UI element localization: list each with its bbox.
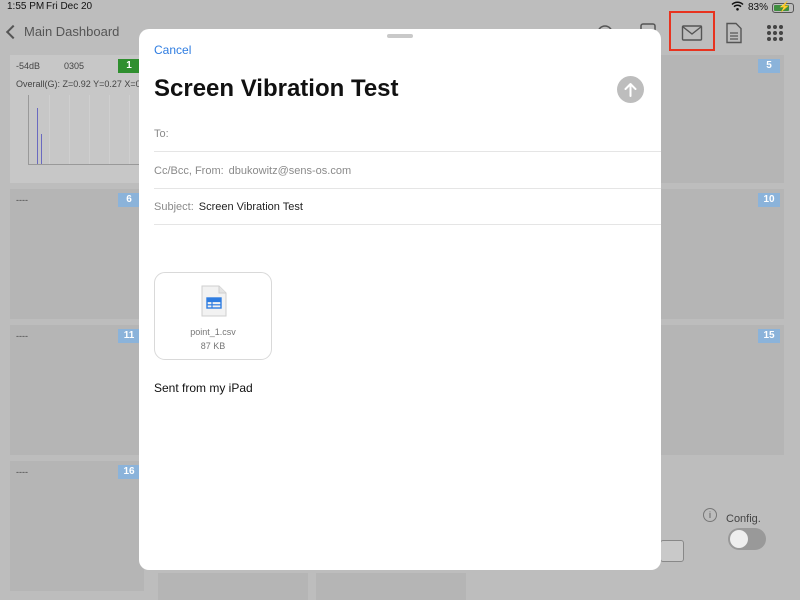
grid-menu-icon[interactable] bbox=[760, 18, 790, 48]
back-button[interactable]: Main Dashboard bbox=[5, 24, 120, 39]
attachment-card[interactable]: point_1.csv 87 KB bbox=[154, 272, 272, 360]
to-label: To: bbox=[154, 127, 169, 140]
chevron-left-icon bbox=[5, 24, 21, 39]
tile-badge: 16 bbox=[118, 465, 140, 479]
battery-percent: 83% bbox=[747, 2, 768, 13]
send-button[interactable] bbox=[617, 76, 644, 103]
toggle-knob bbox=[730, 530, 748, 548]
to-field-row[interactable]: To: bbox=[154, 116, 661, 152]
config-input-box[interactable] bbox=[660, 540, 684, 562]
tile-db: -54dB bbox=[16, 61, 41, 71]
subject-label: Subject: bbox=[154, 200, 194, 213]
spreadsheet-file-icon bbox=[201, 285, 227, 317]
subject-input[interactable]: Screen Vibration Test bbox=[199, 201, 303, 213]
tile-5[interactable]: 5 bbox=[660, 55, 784, 183]
wifi-icon bbox=[731, 1, 744, 14]
tile-header: ---- bbox=[16, 331, 28, 341]
tile-code: 0305 bbox=[64, 61, 85, 71]
tile-overall: Overall(G): Z=0.92 Y=0.27 X=0. bbox=[16, 79, 144, 89]
info-icon[interactable]: i bbox=[703, 508, 717, 522]
battery-icon: ⚡ bbox=[772, 2, 794, 13]
cc-bcc-from-row[interactable]: Cc/Bcc, From: dbukowitz@sens-os.com bbox=[154, 153, 661, 189]
back-label: Main Dashboard bbox=[24, 24, 120, 39]
tile-11[interactable]: ---- 11 bbox=[10, 325, 144, 455]
tile-badge: 5 bbox=[758, 59, 780, 73]
tile-badge: 10 bbox=[758, 193, 780, 207]
config-toggle[interactable] bbox=[728, 528, 766, 550]
mail-button-highlight bbox=[669, 11, 715, 51]
report-icon[interactable] bbox=[719, 18, 749, 48]
mail-compose-sheet: Cancel Screen Vibration Test To: Cc/Bcc,… bbox=[139, 29, 661, 570]
tile-10[interactable]: 10 bbox=[660, 189, 784, 319]
tile-1[interactable]: -54dB 0305 1 Overall(G): Z=0.92 Y=0.27 X… bbox=[10, 55, 148, 183]
attachment-filename: point_1.csv bbox=[190, 327, 236, 337]
config-label: Config. bbox=[726, 513, 761, 525]
tile-badge: 1 bbox=[118, 59, 140, 73]
compose-title: Screen Vibration Test bbox=[154, 75, 399, 102]
cancel-button[interactable]: Cancel bbox=[154, 43, 191, 57]
email-signature[interactable]: Sent from my iPad bbox=[154, 381, 253, 395]
status-date: Fri Dec 20 bbox=[46, 1, 93, 12]
tile-15[interactable]: 15 bbox=[660, 325, 784, 455]
tile-header: ---- bbox=[16, 195, 28, 205]
tile-badge: 11 bbox=[118, 329, 140, 343]
subject-row[interactable]: Subject: Screen Vibration Test bbox=[154, 189, 661, 225]
from-address[interactable]: dbukowitz@sens-os.com bbox=[229, 165, 351, 177]
mini-spectrum-chart bbox=[28, 95, 148, 165]
attachment-size: 87 KB bbox=[200, 341, 226, 351]
sheet-grabber[interactable] bbox=[387, 34, 413, 38]
tile-badge: 6 bbox=[118, 193, 140, 207]
tile-16[interactable]: ---- 16 bbox=[10, 461, 144, 591]
cc-bcc-from-label: Cc/Bcc, From: bbox=[154, 164, 224, 177]
tile-17[interactable] bbox=[158, 573, 308, 600]
arrow-up-icon bbox=[624, 83, 637, 97]
tile-18[interactable] bbox=[316, 573, 466, 600]
to-input[interactable] bbox=[174, 116, 661, 151]
status-time: 1:55 PM bbox=[7, 1, 45, 12]
status-indicators: 83% ⚡ bbox=[731, 1, 794, 14]
tile-header: ---- bbox=[16, 467, 28, 477]
tile-6[interactable]: ---- 6 bbox=[10, 189, 144, 319]
tile-badge: 15 bbox=[758, 329, 780, 343]
